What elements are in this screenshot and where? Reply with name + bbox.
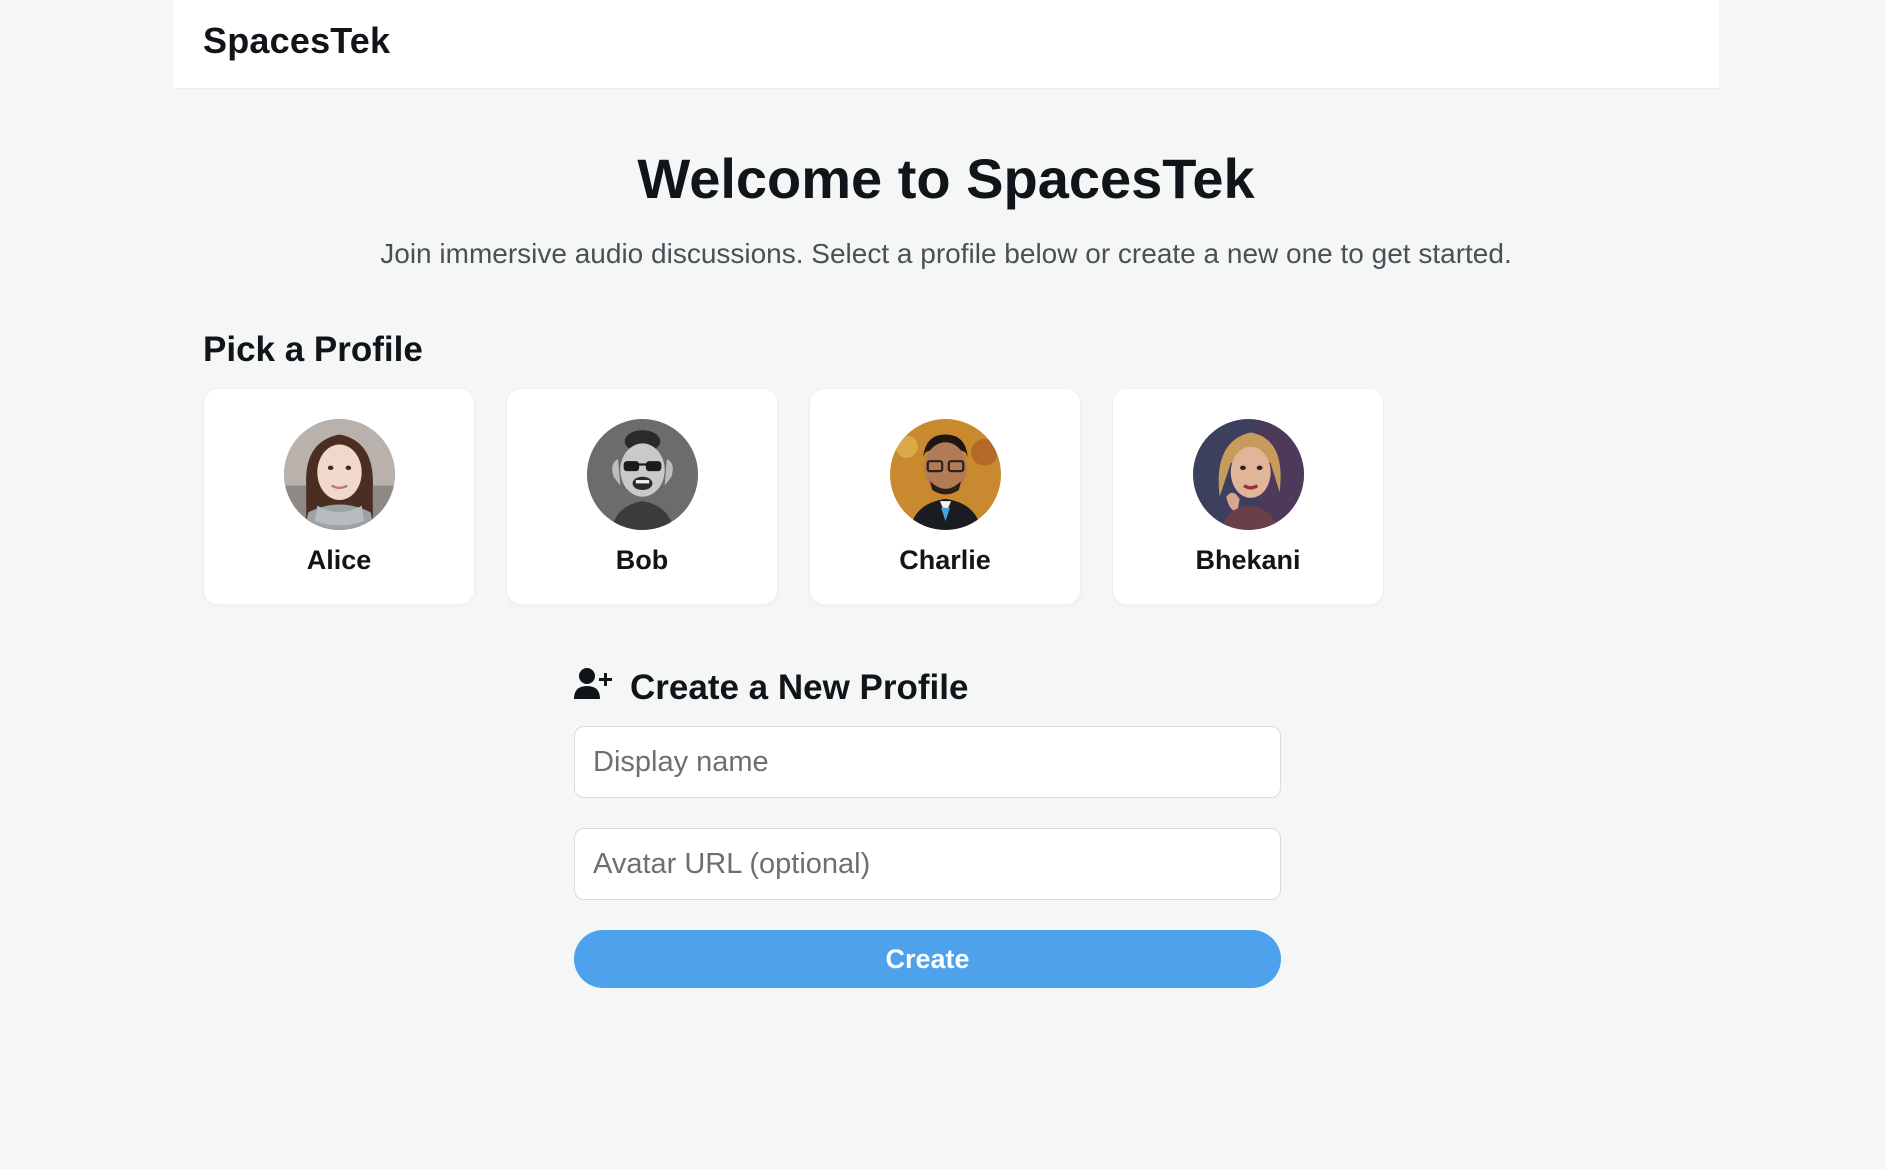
avatar <box>283 419 395 530</box>
page-title: Welcome to SpacesTek <box>637 147 1255 210</box>
profile-name: Charlie <box>899 545 991 575</box>
profile-name: Bob <box>615 545 669 575</box>
pick-profile-heading: Pick a Profile <box>203 330 423 369</box>
profile-card-charlie[interactable]: Charlie <box>809 388 1081 605</box>
profile-name: Bhekani <box>1195 545 1301 575</box>
create-button[interactable]: Create <box>574 930 1281 988</box>
create-profile-heading: Create a New Profile <box>630 668 969 707</box>
profile-card-bhekani[interactable]: Bhekani <box>1112 388 1384 605</box>
display-name-input[interactable] <box>574 726 1281 798</box>
avatar-url-input[interactable] <box>574 828 1281 900</box>
brand-logo-text[interactable]: SpacesTek <box>203 20 390 62</box>
create-profile-header: Create a New Profile <box>574 664 1281 712</box>
avatar <box>1192 419 1304 530</box>
avatar <box>889 419 1001 530</box>
create-profile-form: Create a New Profile Create <box>574 664 1281 988</box>
user-plus-icon <box>574 667 612 701</box>
profile-list: Alice Bob Charlie Bhekani <box>203 388 1384 605</box>
profile-card-alice[interactable]: Alice <box>203 388 475 605</box>
avatar <box>586 419 698 530</box>
page-subtitle: Join immersive audio discussions. Select… <box>380 238 1512 269</box>
top-navbar: SpacesTek <box>173 0 1719 89</box>
profile-card-bob[interactable]: Bob <box>506 388 778 605</box>
profile-name: Alice <box>306 545 372 575</box>
